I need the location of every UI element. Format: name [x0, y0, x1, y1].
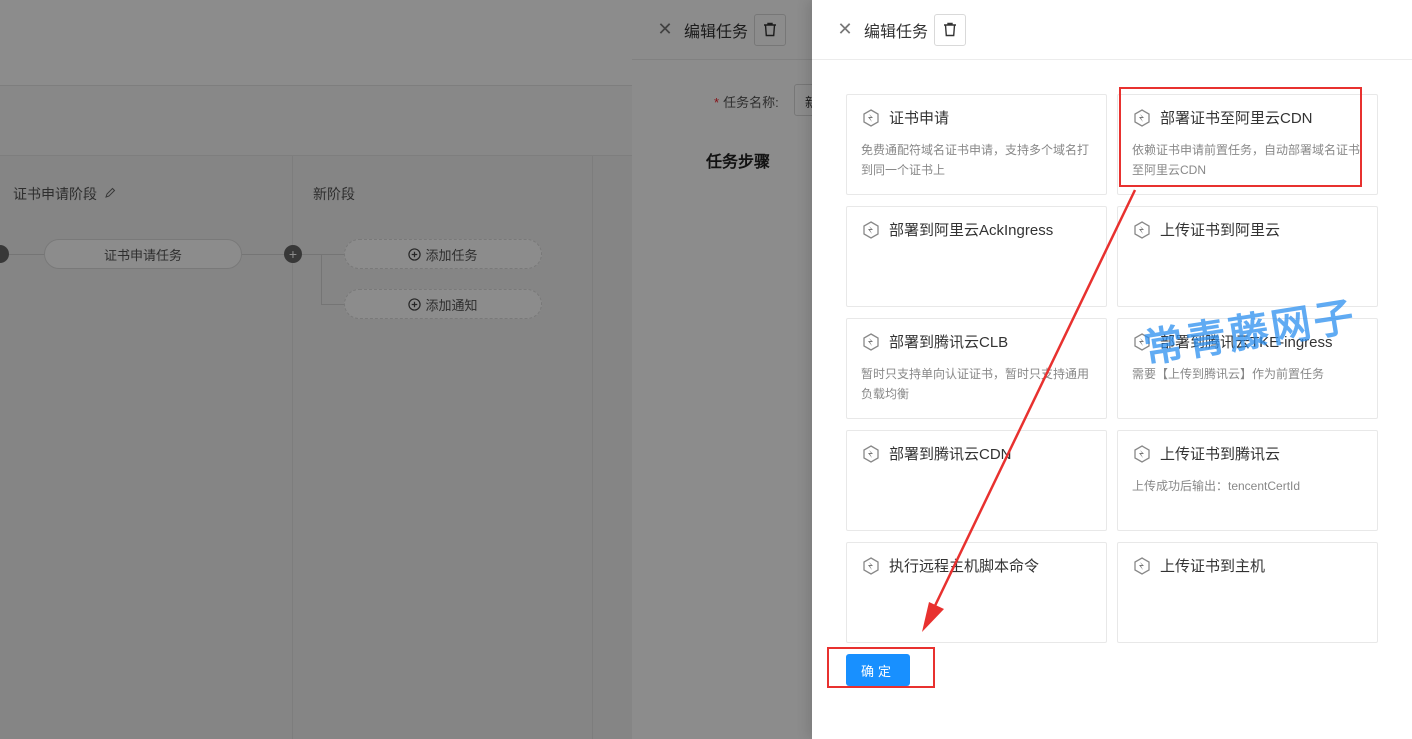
plugin-card-header: 部署到腾讯云CDN	[861, 443, 1092, 464]
plugin-select-drawer: ✕ 编辑任务 证书申请 免费通配符域名证书申请，支持多个域名打到同一个证书上 部署证…	[812, 0, 1412, 739]
plugin-card[interactable]: 上传证书到腾讯云上传成功后输出：tencentCertId	[1117, 430, 1378, 531]
plugin-card[interactable]: 执行远程主机脚本命令	[846, 542, 1107, 643]
plugin-icon	[1132, 220, 1152, 240]
plugin-card[interactable]: 部署到阿里云AckIngress	[846, 206, 1107, 307]
delete-button[interactable]	[754, 13, 787, 46]
plugin-card-header: 部署到阿里云AckIngress	[861, 219, 1092, 240]
plugin-description: 免费通配符域名证书申请，支持多个域名打到同一个证书上	[861, 143, 1090, 177]
plugin-card[interactable]: 部署到腾讯云TKE-ingress 需要【上传到腾讯云】作为前置任务	[1117, 318, 1378, 419]
task-edit-drawer: ✕ 编辑任务 *任务名称: 新 任务步骤	[632, 0, 818, 739]
plugin-card-header: 部署证书至阿里云CDN	[1132, 107, 1363, 128]
plugin-card-header: 上传证书到腾讯云	[1132, 443, 1363, 464]
plugin-card-header: 部署到腾讯云CLB	[861, 331, 1092, 352]
plugin-title: 部署到腾讯云CDN	[889, 446, 1012, 463]
plugin-card[interactable]: 部署证书至阿里云CDN 依赖证书申请前置任务，自动部署域名证书至阿里云CDN	[1117, 94, 1378, 195]
close-icon[interactable]: ✕	[656, 19, 674, 40]
delete-button[interactable]	[934, 13, 967, 46]
plugin-card-header: 部署到腾讯云TKE-ingress	[1132, 331, 1363, 352]
connector-line	[242, 254, 284, 255]
pencil-icon[interactable]	[104, 187, 116, 199]
task-pill[interactable]: 证书申请任务	[44, 239, 242, 269]
page-toolbar	[0, 86, 632, 156]
stage-title[interactable]: 证书申请阶段	[13, 184, 116, 204]
task-name-label: * 任务名称:	[714, 95, 779, 110]
trash-icon	[764, 22, 777, 37]
drawer-header: ✕ 编辑任务	[632, 0, 812, 60]
trash-icon	[944, 22, 957, 37]
pipeline-page: 证书申请阶段 新阶段 证书申请任务 + 添加任务 添加通知	[0, 0, 632, 739]
plugin-icon	[1132, 332, 1152, 352]
plus-circle-icon	[408, 297, 422, 311]
plugin-description: 需要【上传到腾讯云】作为前置任务	[1132, 367, 1325, 381]
plugin-title: 部署到腾讯云CLB	[889, 334, 1009, 351]
section-title: 任务步骤	[706, 154, 771, 171]
plugin-title: 证书申请	[889, 110, 950, 127]
connector-line	[321, 304, 344, 305]
plugin-title: 部署到腾讯云TKE-ingress	[1160, 334, 1333, 351]
plugin-card[interactable]: 证书申请免费通配符域名证书申请，支持多个域名打到同一个证书上	[846, 94, 1107, 195]
plugin-title: 部署到阿里云AckIngress	[889, 222, 1054, 239]
confirm-button[interactable]: 确定	[846, 654, 910, 686]
plus-circle-icon	[408, 247, 422, 261]
drawer-title: 编辑任务	[684, 23, 749, 41]
plugin-description: 上传成功后输出：tencentCertId	[1132, 479, 1301, 493]
plugin-icon	[861, 556, 881, 576]
plugin-icon	[861, 332, 881, 352]
add-task-button[interactable]: 添加任务	[344, 239, 542, 269]
drawer-header: ✕ 编辑任务	[812, 0, 1412, 60]
plugin-title: 执行远程主机脚本命令	[889, 558, 1040, 575]
plugin-card[interactable]: 上传证书到阿里云	[1117, 206, 1378, 307]
plugin-card[interactable]: 上传证书到主机	[1117, 542, 1378, 643]
plugin-title: 部署证书至阿里云CDN	[1160, 110, 1313, 127]
plugin-icon	[1132, 108, 1152, 128]
connector-line	[321, 254, 322, 304]
plugin-title: 上传证书到阿里云	[1160, 222, 1281, 239]
plugin-card-header: 上传证书到主机	[1132, 555, 1363, 576]
connector-line	[302, 254, 344, 255]
plugin-card-grid: 证书申请 免费通配符域名证书申请，支持多个域名打到同一个证书上 部署证书至阿里云CD…	[846, 94, 1378, 643]
plugin-card-header: 证书申请	[861, 107, 1092, 128]
plugin-title: 上传证书到腾讯云	[1160, 446, 1281, 463]
plugin-icon	[861, 220, 881, 240]
close-icon[interactable]: ✕	[836, 19, 854, 40]
drawer-title: 编辑任务	[864, 23, 929, 41]
plugin-card[interactable]: 部署到腾讯云CLB 暂时只支持单向认证证书，暂时只支持通用负载均衡	[846, 318, 1107, 419]
plugin-card[interactable]: 部署到腾讯云CDN	[846, 430, 1107, 531]
plugin-icon	[861, 444, 881, 464]
add-notify-button[interactable]: 添加通知	[344, 289, 542, 319]
plugin-title: 上传证书到主机	[1160, 558, 1266, 575]
plugin-icon	[861, 108, 881, 128]
plugin-icon	[1132, 444, 1152, 464]
page-header	[0, 0, 632, 86]
plugin-card-header: 执行远程主机脚本命令	[861, 555, 1092, 576]
plugin-description: 暂时只支持单向认证证书，暂时只支持通用负载均衡	[861, 367, 1090, 401]
plugin-description: 依赖证书申请前置任务，自动部署域名证书至阿里云CDN	[1132, 143, 1361, 177]
plugin-card-header: 上传证书到阿里云	[1132, 219, 1363, 240]
add-stage-button[interactable]: +	[284, 245, 302, 263]
stage-title[interactable]: 新阶段	[313, 184, 355, 204]
plugin-icon	[1132, 556, 1152, 576]
